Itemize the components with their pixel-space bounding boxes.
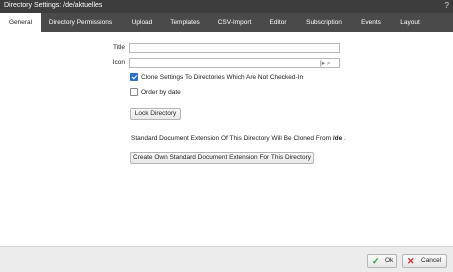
extension-info-prefix: Standard Document Extension Of This Dire… [131,135,332,142]
ok-button[interactable]: ✓ Ok [367,254,397,268]
cancel-button[interactable]: ✕ Cancel [402,254,447,268]
title-input[interactable] [129,43,340,53]
tab-csv-import[interactable]: CSV-Import [212,13,257,32]
clone-settings-checkbox[interactable] [130,73,138,81]
extension-info-text: Standard Document Extension Of This Dire… [131,135,346,142]
clone-settings-label: Clone Settings To Directories Which Are … [141,74,304,81]
title-label: Title [112,44,125,51]
tab-templates[interactable]: Templates [164,13,206,32]
tab-general[interactable]: General [0,13,41,32]
icon-label: Icon [112,59,125,66]
tab-directory-permissions[interactable]: Directory Permissions [42,13,119,32]
icon-picker-icon[interactable]: [▸ ⌕ [320,59,331,68]
close-icon: ✕ [407,256,415,266]
tab-layout[interactable]: Layout [393,13,427,32]
help-icon[interactable]: ? [445,1,449,10]
tab-events[interactable]: Events [354,13,388,32]
tab-bar: General Directory Permissions Upload Tem… [0,13,453,32]
checkmark-icon: ✓ [372,256,380,266]
extension-info-suffix: . [344,135,346,142]
tab-upload[interactable]: Upload [124,13,160,32]
lock-directory-button[interactable]: Lock Directory [130,108,181,120]
dialog-footer: ✓ Ok ✕ Cancel [0,246,453,272]
tab-subscription[interactable]: Subscription [300,13,348,32]
extension-info-path: /de [332,135,343,142]
cancel-label: Cancel [421,257,442,264]
dialog-title: Directory Settings: /de/aktuelles [4,2,103,9]
order-by-date-checkbox[interactable] [130,88,138,96]
order-by-date-label: Order by date [141,89,181,96]
icon-input[interactable] [129,58,340,68]
create-extension-button[interactable]: Create Own Standard Document Extension F… [130,152,314,164]
dialog-titlebar: Directory Settings: /de/aktuelles ? [0,0,453,13]
general-panel: Title Icon [▸ ⌕ Clone Settings To Direct… [0,32,453,246]
tab-editor[interactable]: Editor [262,13,294,32]
ok-label: Ok [385,257,394,264]
